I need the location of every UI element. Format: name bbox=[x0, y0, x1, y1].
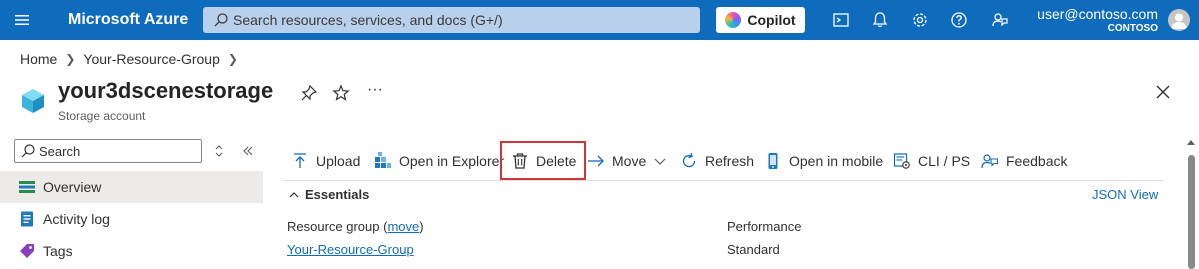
search-icon bbox=[21, 144, 35, 158]
resource-group-label-row: Resource group (move) bbox=[287, 219, 424, 234]
essentials-header: Essentials bbox=[305, 187, 370, 202]
breadcrumb-home[interactable]: Home bbox=[20, 51, 57, 67]
global-search[interactable] bbox=[203, 7, 700, 33]
star-icon[interactable] bbox=[332, 84, 350, 102]
copilot-button[interactable]: Copilot bbox=[716, 7, 805, 33]
expand-collapse-icon[interactable] bbox=[211, 142, 227, 160]
delete-label: Delete bbox=[536, 153, 577, 169]
sidebar-item-tags[interactable]: Tags bbox=[0, 235, 263, 267]
activity-log-icon bbox=[21, 211, 33, 227]
toolbar-divider bbox=[282, 180, 1164, 181]
account-info[interactable]: user@contoso.com CONTOSO bbox=[1037, 6, 1158, 34]
sidebar-item-activity-log[interactable]: Activity log bbox=[0, 203, 263, 235]
chevron-down-icon bbox=[654, 158, 666, 165]
open-in-mobile-button[interactable]: Open in mobile bbox=[764, 150, 883, 172]
avatar[interactable] bbox=[1168, 9, 1190, 31]
trash-icon bbox=[513, 153, 527, 169]
pin-icon[interactable] bbox=[300, 84, 318, 102]
close-icon[interactable] bbox=[1154, 83, 1172, 101]
scrollbar[interactable] bbox=[1184, 137, 1199, 269]
delete-button[interactable]: Delete bbox=[511, 150, 576, 172]
user-tenant: CONTOSO bbox=[1107, 23, 1158, 34]
upload-icon bbox=[294, 153, 306, 168]
sidebar-item-overview[interactable]: Overview bbox=[0, 171, 263, 203]
collapse-sidebar-icon[interactable] bbox=[240, 142, 256, 160]
sidebar-search-input[interactable] bbox=[39, 142, 199, 160]
portal-brand[interactable]: Microsoft Azure bbox=[68, 11, 188, 29]
overview-icon bbox=[19, 181, 35, 193]
essentials-toggle[interactable]: Essentials bbox=[288, 187, 369, 202]
search-icon bbox=[214, 13, 228, 27]
avatar-icon bbox=[1171, 13, 1187, 29]
help-icon[interactable] bbox=[949, 10, 969, 30]
arrow-right-icon bbox=[588, 155, 604, 167]
performance-label: Performance bbox=[727, 219, 802, 234]
upload-button[interactable]: Upload bbox=[291, 150, 360, 172]
more-actions-button[interactable]: ··· bbox=[366, 81, 384, 99]
feedback-icon[interactable] bbox=[990, 10, 1010, 30]
page-title: your3dscenestorage bbox=[58, 78, 274, 103]
refresh-button[interactable]: Refresh bbox=[680, 150, 754, 172]
upload-label: Upload bbox=[316, 153, 361, 169]
scroll-up-arrow-icon[interactable] bbox=[1187, 140, 1195, 145]
hamburger-menu-icon[interactable] bbox=[12, 10, 32, 30]
resource-group-label: Resource group ( bbox=[287, 219, 388, 234]
feedback-button[interactable]: Feedback bbox=[981, 150, 1067, 172]
feedback-icon bbox=[981, 154, 999, 169]
top-bar: Microsoft Azure Copilot user@contoso.com… bbox=[0, 0, 1199, 40]
sidebar-search[interactable] bbox=[14, 139, 202, 163]
open-in-explorer-button[interactable]: Open in Explorer bbox=[374, 150, 504, 172]
feedback-label: Feedback bbox=[1006, 153, 1068, 169]
chevron-right-icon: ❯ bbox=[65, 52, 76, 66]
breadcrumb: Home ❯ Your-Resource-Group ❯ bbox=[20, 51, 238, 67]
mobile-icon bbox=[768, 153, 778, 169]
performance-value: Standard bbox=[727, 242, 780, 257]
copilot-label: Copilot bbox=[747, 12, 796, 28]
chevron-up-icon bbox=[289, 191, 299, 197]
cloud-shell-icon[interactable] bbox=[831, 10, 851, 30]
copilot-icon bbox=[725, 12, 742, 28]
json-view-link[interactable]: JSON View bbox=[1092, 187, 1158, 202]
scroll-thumb[interactable] bbox=[1188, 155, 1195, 269]
open-in-explorer-label: Open in Explorer bbox=[399, 153, 505, 169]
resource-group-label-close: ) bbox=[419, 219, 424, 234]
resource-group-value-link[interactable]: Your-Resource-Group bbox=[287, 242, 414, 257]
cli-ps-label: CLI / PS bbox=[918, 153, 971, 169]
sidebar-item-label: Tags bbox=[43, 243, 73, 259]
cli-ps-button[interactable]: CLI / PS bbox=[893, 150, 970, 172]
refresh-label: Refresh bbox=[705, 153, 755, 169]
sidebar-item-label: Activity log bbox=[43, 211, 110, 227]
storage-account-icon bbox=[22, 89, 44, 113]
refresh-icon bbox=[682, 152, 696, 168]
move-label: Move bbox=[612, 153, 647, 169]
gear-icon[interactable] bbox=[910, 10, 930, 30]
cli-icon bbox=[893, 153, 910, 169]
move-link[interactable]: move bbox=[387, 219, 419, 234]
bell-icon[interactable] bbox=[870, 10, 890, 30]
tag-icon bbox=[20, 244, 34, 258]
page-subtitle: Storage account bbox=[58, 109, 146, 123]
global-search-input[interactable] bbox=[233, 10, 693, 30]
user-email: user@contoso.com bbox=[1037, 6, 1158, 22]
breadcrumb-resource-group[interactable]: Your-Resource-Group bbox=[83, 51, 219, 67]
move-button[interactable]: Move bbox=[587, 150, 667, 172]
open-in-mobile-label: Open in mobile bbox=[789, 153, 884, 169]
storage-explorer-icon bbox=[375, 152, 391, 168]
sidebar-item-label: Overview bbox=[43, 179, 102, 195]
chevron-right-icon: ❯ bbox=[227, 52, 238, 66]
